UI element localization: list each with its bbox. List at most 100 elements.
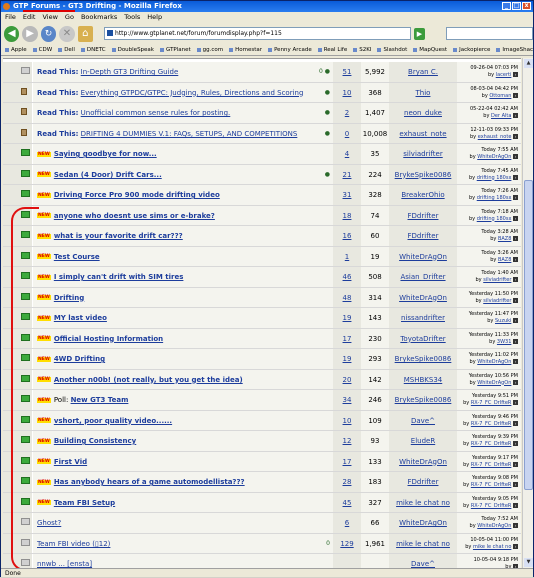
menu-file[interactable]: File [5,12,16,23]
last-poster-link[interactable]: BAZ8 [498,236,511,242]
replies-link[interactable]: 17 [343,458,352,466]
last-poster-link[interactable]: Suzuki [495,318,511,324]
replies-link[interactable]: 4 [345,150,349,158]
go-to-last-post-icon[interactable]: › [513,174,518,180]
replies-link[interactable]: 28 [343,478,352,486]
thread-title-link[interactable]: MY last video [54,314,107,322]
thread-title-link[interactable]: what is your favorite drift car??? [54,232,183,240]
go-to-last-post-icon[interactable]: › [513,195,518,200]
minimize-button[interactable]: _ [502,2,511,10]
home-button[interactable]: ⌂ [77,25,94,42]
author-link[interactable]: WhiteDrAgOn [399,253,447,261]
author-link[interactable]: mike le chat no [396,499,450,507]
author-link[interactable]: MSHBKS34 [404,376,443,384]
replies-link[interactable]: 16 [343,232,352,240]
go-to-last-post-icon[interactable]: › [513,277,518,282]
thread-title-link[interactable]: Official Hosting Information [54,335,163,343]
go-button[interactable]: ▶ [413,27,426,40]
replies-link[interactable]: 129 [340,540,353,548]
thread-title-link[interactable]: nnwb ... [ensta] [37,560,92,568]
go-to-last-post-icon[interactable]: › [513,482,518,487]
author-link[interactable]: silviadrifter [403,150,442,158]
replies-link[interactable]: 6 [345,519,349,527]
go-to-last-post-icon[interactable]: › [513,441,518,446]
vertical-scrollbar[interactable]: ▲ ▼ [522,58,533,568]
author-link[interactable]: Dave^ [411,560,435,568]
last-poster-link[interactable]: drifting 180sx [477,175,512,181]
reload-button[interactable]: ↻ [40,25,57,42]
thread-title-link[interactable]: Sedan (4 Door) Drift Cars... [54,171,162,179]
go-to-last-post-icon[interactable]: › [513,543,518,549]
replies-link[interactable]: 19 [343,355,352,363]
replies-link[interactable]: 10 [343,89,352,97]
address-bar[interactable]: http://www.gtplanet.net/forum/forumdispl… [104,27,411,40]
author-link[interactable]: EludeR [411,437,435,445]
replies-link[interactable]: 19 [343,314,352,322]
author-link[interactable]: WhiteDrAgOn [399,519,447,527]
author-link[interactable]: Asian_Drifter [400,273,445,281]
bookmark-real-life[interactable]: Real Life [318,44,348,55]
replies-link[interactable]: 20 [343,376,352,384]
last-poster-link[interactable]: BAZ8 [498,257,511,263]
back-button[interactable]: ◀ [4,25,20,42]
author-link[interactable]: FDdrifter [408,212,439,220]
thread-title-link[interactable]: Saying goodbye for now... [54,150,157,158]
replies-link[interactable]: 12 [343,437,352,445]
search-input[interactable] [446,27,533,40]
thread-title-link[interactable]: New GT3 Team [71,396,129,404]
author-link[interactable]: Bryan C. [408,68,438,76]
last-poster-link[interactable]: RX-7_FC_DrIfteR [471,503,512,509]
last-poster-link[interactable]: silviadrifter [483,277,511,283]
thread-title-link[interactable]: Everything GTPDC/GTPC: Judging, Rules, D… [81,89,304,97]
thread-title-link[interactable]: Driving Force Pro 900 mode drifting vide… [54,191,220,199]
bookmark-doublespeak[interactable]: DoubleSpeak [112,44,154,55]
last-poster-link[interactable]: drifting 180sx [477,195,512,201]
go-to-last-post-icon[interactable]: › [513,379,518,385]
last-poster-link[interactable]: WhiteDrAgOn [477,359,511,365]
go-to-last-post-icon[interactable]: › [513,92,518,98]
go-to-last-post-icon[interactable]: › [513,133,518,139]
author-link[interactable]: BrykeSpike0086 [395,171,452,179]
last-poster-link[interactable]: WhiteDrAgOn [477,523,511,529]
replies-link[interactable]: 34 [343,396,352,404]
last-poster-link[interactable]: RX-7_FC_DrIfteR [471,462,512,468]
go-to-last-post-icon[interactable]: › [513,400,518,405]
go-to-last-post-icon[interactable]: › [513,461,518,467]
author-link[interactable]: Dave^ [411,417,435,425]
thread-title-link[interactable]: vshort, poor quality video...... [54,417,172,425]
last-poster-link[interactable]: exhaust_note [478,134,512,140]
author-link[interactable]: mike le chat no [396,540,450,548]
menu-bookmarks[interactable]: Bookmarks [81,12,117,23]
thread-title-link[interactable]: Team FBI Setup [54,499,115,507]
forward-button[interactable]: ▶ [22,25,38,42]
bookmark-homestar[interactable]: Homestar [229,44,262,55]
go-to-last-post-icon[interactable]: › [513,523,518,528]
bookmark-s2ki[interactable]: S2KI [353,44,371,55]
bookmark-jackopierce[interactable]: Jackopierce [453,44,490,55]
thread-title-link[interactable]: Test Course [54,253,100,261]
thread-title-link[interactable]: 4WD Drifting [54,355,105,363]
last-poster-link[interactable]: lacerti [496,72,512,78]
thread-title-link[interactable]: anyone who doesnt use sims or e-brake? [54,212,215,220]
thread-title-link[interactable]: Ghost? [37,519,61,527]
author-link[interactable]: BrykeSpike0086 [395,396,452,404]
last-poster-link[interactable]: mike le chat no [473,544,511,550]
last-poster-link[interactable]: WhiteDrAgOn [477,380,511,386]
go-to-last-post-icon[interactable]: › [513,420,518,426]
last-poster-link[interactable]: RX-7_FC_DrIfteR [471,441,512,447]
thread-title-link[interactable]: Building Consistency [54,437,136,445]
go-to-last-post-icon[interactable]: › [513,113,518,118]
replies-link[interactable]: 18 [343,212,352,220]
thread-title-link[interactable]: DRIFTING 4 DUMMIES V.1: FAQs, SETUPS, AN… [81,130,298,138]
thread-title-link[interactable]: Unofficial common sense rules for postin… [81,109,231,117]
author-link[interactable]: neon_duke [404,109,442,117]
replies-link[interactable]: 31 [343,191,352,199]
thread-title-link[interactable]: Another n00b! (not really, but you get t… [54,376,243,384]
go-to-last-post-icon[interactable]: › [513,297,518,303]
replies-link[interactable]: 45 [343,499,352,507]
scroll-thumb[interactable] [524,180,533,490]
scroll-down-arrow[interactable]: ▼ [524,558,533,567]
scroll-up-arrow[interactable]: ▲ [524,59,533,68]
go-to-last-post-icon[interactable]: › [513,72,518,77]
menu-tools[interactable]: Tools [124,12,140,23]
